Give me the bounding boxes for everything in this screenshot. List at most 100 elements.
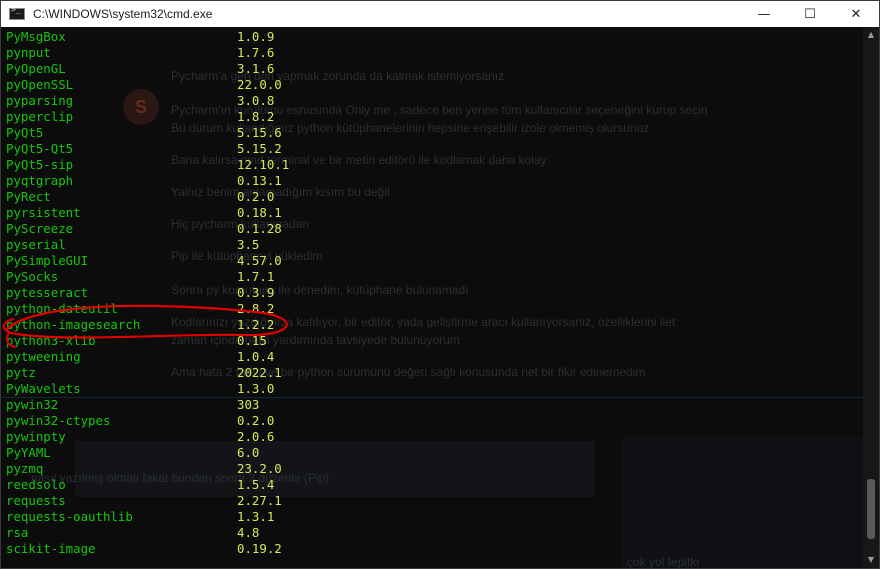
package-version: 1.7.6 <box>237 45 275 60</box>
package-version: 3.5 <box>237 237 260 252</box>
package-name: pywinpty <box>6 429 66 444</box>
cmd-app-icon <box>9 5 25 20</box>
package-version: 1.3.0 <box>237 381 275 396</box>
package-row: requests-oauthlib 1.3.1 <box>6 509 289 525</box>
package-name: scikit-image <box>6 541 96 556</box>
package-name: PyMsgBox <box>6 29 66 44</box>
package-version: 303 <box>237 397 260 412</box>
minimize-button[interactable]: — <box>741 1 787 27</box>
scroll-up-arrow-icon[interactable]: ▲ <box>863 27 879 43</box>
package-version: 0.2.0 <box>237 189 275 204</box>
package-row: pywin32-ctypes 0.2.0 <box>6 413 289 429</box>
package-name: pyserial <box>6 237 66 252</box>
package-name: rsa <box>6 525 29 540</box>
package-row: pyperclip 1.8.2 <box>6 109 289 125</box>
package-name: pyparsing <box>6 93 74 108</box>
close-button[interactable]: ✕ <box>833 1 879 27</box>
package-row: PyQt5-sip 12.10.1 <box>6 157 289 173</box>
package-version: 1.8.2 <box>237 109 275 124</box>
package-row: PyWavelets 1.3.0 <box>6 381 289 397</box>
package-name: PyYAML <box>6 445 51 460</box>
package-row: PyOpenGL 3.1.6 <box>6 61 289 77</box>
package-row: pynput 1.7.6 <box>6 45 289 61</box>
package-version: 5.15.6 <box>237 125 282 140</box>
package-version: 12.10.1 <box>237 157 290 172</box>
package-name: PyWavelets <box>6 381 81 396</box>
pip-list-output: PyMsgBox 1.0.9 pynput 1.7.6 PyOpenGL 3.1.6 pyO… <box>6 29 289 557</box>
package-name: requests <box>6 493 66 508</box>
package-row: rsa 4.8 <box>6 525 289 541</box>
package-name: pyqtgraph <box>6 173 74 188</box>
package-row: scikit-image 0.19.2 <box>6 541 289 557</box>
package-name: pyrsistent <box>6 205 81 220</box>
maximize-button[interactable]: ☐ <box>787 1 833 27</box>
package-row: pytweening 1.0.4 <box>6 349 289 365</box>
console-output[interactable]: S Pycharm'a geri dön yapmak zorunda da k… <box>1 27 863 568</box>
cmd-window: C:\WINDOWS\system32\cmd.exe — ☐ ✕ S Pych… <box>0 0 880 569</box>
package-name: python-imagesearch <box>6 317 141 332</box>
package-version: 1.5.4 <box>237 477 275 492</box>
package-name: PyQt5-Qt5 <box>6 141 74 156</box>
package-name: pytz <box>6 365 36 380</box>
package-name: PyRect <box>6 189 51 204</box>
package-name: pyperclip <box>6 109 74 124</box>
package-row: python-imagesearch 1.2.2 <box>6 317 289 333</box>
package-version: 6.0 <box>237 445 260 460</box>
package-row: pyzmq 23.2.0 <box>6 461 289 477</box>
scrollbar-thumb[interactable] <box>867 479 875 539</box>
package-version: 5.15.2 <box>237 141 282 156</box>
package-version: 3.1.6 <box>237 61 275 76</box>
package-version: 1.0.4 <box>237 349 275 364</box>
package-row: pytesseract 0.3.9 <box>6 285 289 301</box>
package-row: pyparsing 3.0.8 <box>6 93 289 109</box>
package-name: pytweening <box>6 349 81 364</box>
package-name: PyQt5 <box>6 125 44 140</box>
package-row: PyRect 0.2.0 <box>6 189 289 205</box>
package-row: pyqtgraph 0.13.1 <box>6 173 289 189</box>
ghost-side-panel <box>621 437 863 568</box>
package-row: PySocks 1.7.1 <box>6 269 289 285</box>
package-name: requests-oauthlib <box>6 509 133 524</box>
package-version: 1.0.9 <box>237 29 275 44</box>
package-version: 23.2.0 <box>237 461 282 476</box>
window-title: C:\WINDOWS\system32\cmd.exe <box>33 7 213 21</box>
ghost-line: çok yol tepitki <box>627 555 700 568</box>
package-name: python3-xlib <box>6 333 96 348</box>
package-name: PySocks <box>6 269 59 284</box>
package-name: PyScreeze <box>6 221 74 236</box>
package-name: pytesseract <box>6 285 89 300</box>
package-version: 22.0.0 <box>237 77 282 92</box>
package-name: pynput <box>6 45 51 60</box>
package-version: 0.1.28 <box>237 221 282 236</box>
package-row: PyMsgBox 1.0.9 <box>6 29 289 45</box>
package-version: 2022.1 <box>237 365 282 380</box>
package-version: 4.8 <box>237 525 260 540</box>
package-name: PySimpleGUI <box>6 253 89 268</box>
package-name: PyQt5-sip <box>6 157 74 172</box>
package-row: PySimpleGUI 4.57.0 <box>6 253 289 269</box>
package-row: PyYAML 6.0 <box>6 445 289 461</box>
package-version: 0.2.0 <box>237 413 275 428</box>
package-version: 1.2.2 <box>237 317 275 332</box>
package-row: pyOpenSSL 22.0.0 <box>6 77 289 93</box>
package-row: PyScreeze 0.1.28 <box>6 221 289 237</box>
title-bar[interactable]: C:\WINDOWS\system32\cmd.exe — ☐ ✕ <box>1 1 879 27</box>
scroll-down-arrow-icon[interactable]: ▼ <box>863 552 879 568</box>
package-version: 1.3.1 <box>237 509 275 524</box>
package-name: python-dateutil <box>6 301 118 316</box>
package-row: reedsolo 1.5.4 <box>6 477 289 493</box>
package-name: pyOpenSSL <box>6 77 74 92</box>
package-row: requests 2.27.1 <box>6 493 289 509</box>
vertical-scrollbar[interactable]: ▲ ▼ <box>863 27 879 568</box>
package-version: 0.18.1 <box>237 205 282 220</box>
package-row: pyrsistent 0.18.1 <box>6 205 289 221</box>
package-name: pywin32-ctypes <box>6 413 111 428</box>
package-version: 1.7.1 <box>237 269 275 284</box>
package-version: 3.0.8 <box>237 93 275 108</box>
package-version: 2.27.1 <box>237 493 282 508</box>
package-row: pyserial 3.5 <box>6 237 289 253</box>
package-version: 0.13.1 <box>237 173 282 188</box>
package-name: pywin32 <box>6 397 59 412</box>
package-name: reedsolo <box>6 477 66 492</box>
package-version: 0.15 <box>237 333 267 348</box>
